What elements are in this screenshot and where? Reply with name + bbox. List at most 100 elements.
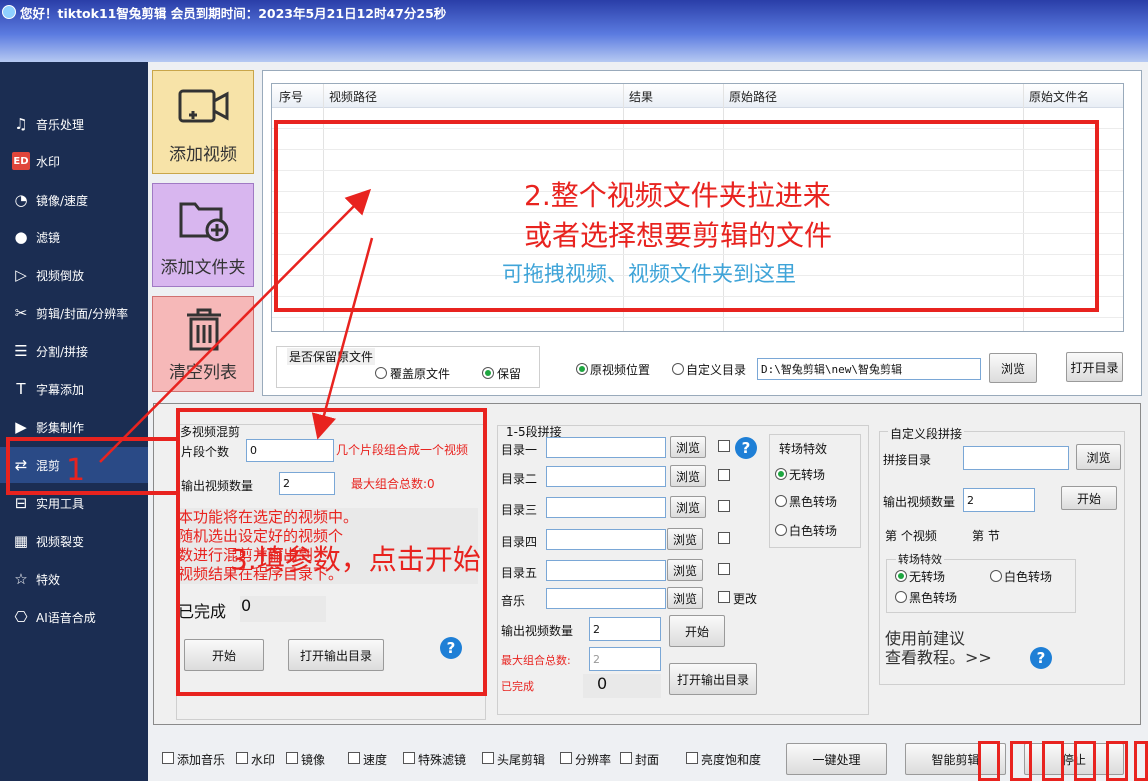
- seg-dir-input[interactable]: [546, 529, 666, 550]
- output-path-field[interactable]: D:\智兔剪辑\new\智兔剪辑: [757, 358, 981, 380]
- custom-dir-radio[interactable]: [672, 363, 684, 375]
- list-header: [272, 84, 1123, 108]
- seg-browse-button[interactable]: 浏览: [667, 528, 703, 550]
- seg-row-label: 目录一: [501, 443, 538, 457]
- seg-row-checkbox[interactable]: [718, 500, 730, 512]
- sidebar-item[interactable]: ED 水印: [0, 143, 148, 179]
- custom-start-button[interactable]: 开始: [1061, 486, 1117, 510]
- sidebar-item[interactable]: T 字幕添加: [0, 371, 148, 407]
- sidebar-item[interactable]: ☰ 分割/拼接: [0, 333, 148, 369]
- help-icon[interactable]: ?: [1030, 647, 1052, 669]
- music-change-label: 更改: [733, 592, 758, 606]
- seg-no-transition-label: 无转场: [789, 468, 826, 482]
- seg-start-button[interactable]: 开始: [669, 615, 725, 647]
- custom-white-transition-radio[interactable]: [990, 570, 1002, 582]
- bottom-checkbox-label: 镜像: [301, 753, 326, 767]
- seg-white-transition-label: 白色转场: [789, 524, 838, 538]
- annotation-step2: 2.整个视频文件夹拉进来 或者选择想要剪辑的文件: [524, 176, 832, 256]
- seg-row-checkbox[interactable]: [718, 440, 730, 452]
- custom-black-transition-radio[interactable]: [895, 591, 907, 603]
- seg-output-count-input[interactable]: 2: [589, 617, 661, 641]
- music-icon: ♫: [14, 115, 28, 133]
- speed-icon: ◔: [14, 191, 28, 209]
- col-path[interactable]: 视频路径: [329, 88, 377, 105]
- bottom-checkbox[interactable]: [482, 752, 494, 764]
- seg-output-count-label: 输出视频数量: [501, 624, 574, 638]
- seg-row-label: 目录四: [501, 535, 538, 549]
- seg-open-output-button[interactable]: 打开输出目录: [669, 663, 757, 695]
- sidebar-item[interactable]: ◔ 镜像/速度: [0, 182, 148, 218]
- app-icon: [2, 5, 16, 19]
- original-location-label: 原视频位置: [590, 363, 651, 377]
- sidebar-item[interactable]: ⎔ AI语音合成: [0, 599, 148, 635]
- seg-row-checkbox[interactable]: [718, 563, 730, 575]
- sidebar-item[interactable]: ✂ 剪辑/封面/分辨率: [0, 295, 148, 331]
- add-folder-button[interactable]: 添加文件夹: [152, 183, 254, 287]
- seg-row-checkbox[interactable]: [718, 469, 730, 481]
- folder-add-icon: [179, 202, 229, 242]
- col-orig-path[interactable]: 原始路径: [729, 88, 777, 105]
- sidebar-item-label: 水印: [36, 154, 61, 169]
- annotation-step3: 3.填参数，点击开始: [230, 543, 481, 576]
- add-video-button[interactable]: 添加视频: [152, 70, 254, 174]
- col-orig-name[interactable]: 原始文件名: [1029, 88, 1089, 105]
- custom-join-title: 自定义段拼接: [888, 425, 965, 442]
- custom-dir-input[interactable]: [963, 446, 1069, 470]
- annotation-step1: 1: [66, 453, 86, 488]
- seg-browse-button[interactable]: 浏览: [667, 559, 703, 581]
- col-result[interactable]: 结果: [629, 88, 653, 105]
- one-click-process-button[interactable]: 一键处理: [786, 743, 887, 775]
- bottom-checkbox[interactable]: [286, 752, 298, 764]
- bottom-checkbox[interactable]: [686, 752, 698, 764]
- seg-browse-button[interactable]: 浏览: [667, 587, 703, 609]
- bottom-checkbox[interactable]: [236, 752, 248, 764]
- tutorial-tip[interactable]: 使用前建议 查看教程。>>: [885, 629, 992, 667]
- seg-row-label: 音乐: [501, 594, 526, 608]
- nth-video-label: 第 个视频: [885, 529, 937, 543]
- bottom-checkbox[interactable]: [403, 752, 415, 764]
- sidebar-item-label: 分割/拼接: [36, 344, 89, 359]
- custom-browse-button[interactable]: 浏览: [1076, 444, 1121, 470]
- seg-row-checkbox[interactable]: [718, 591, 730, 603]
- custom-output-count-input[interactable]: 2: [963, 488, 1035, 512]
- overwrite-radio[interactable]: [375, 367, 387, 379]
- help-icon[interactable]: ?: [735, 437, 757, 459]
- custom-no-transition-radio[interactable]: [895, 570, 907, 582]
- seg-dir-input[interactable]: [546, 588, 666, 609]
- sidebar-item[interactable]: ▦ 视频裂变: [0, 523, 148, 559]
- reverse-icon: ▷: [15, 266, 27, 284]
- seg-browse-button[interactable]: 浏览: [670, 436, 706, 458]
- browse-output-button[interactable]: 浏览: [989, 353, 1037, 383]
- annotation-box-step1: [6, 437, 180, 495]
- original-location-radio[interactable]: [576, 363, 588, 375]
- seg-white-transition-radio[interactable]: [775, 524, 787, 536]
- seg-dir-input[interactable]: [546, 466, 666, 487]
- keep-radio[interactable]: [482, 367, 494, 379]
- sidebar-item[interactable]: ♫ 音乐处理: [0, 106, 148, 142]
- seg-dir-input[interactable]: [546, 497, 666, 518]
- bottom-checkbox[interactable]: [620, 752, 632, 764]
- tip-line: 使用前建议: [885, 629, 966, 648]
- clear-list-button[interactable]: 清空列表: [152, 296, 254, 392]
- bottom-checkbox[interactable]: [162, 752, 174, 764]
- seg-row-checkbox[interactable]: [718, 532, 730, 544]
- annotation-mark: [1074, 741, 1096, 781]
- open-dir-button[interactable]: 打开目录: [1066, 352, 1123, 382]
- bottom-checkbox[interactable]: [348, 752, 360, 764]
- bottom-checkbox-label: 添加音乐: [177, 753, 226, 767]
- seg-dir-input[interactable]: [546, 560, 666, 581]
- col-index[interactable]: 序号: [279, 88, 303, 105]
- custom-black-transition-label: 黑色转场: [909, 591, 958, 605]
- annotation-step2-line1: 2.整个视频文件夹拉进来: [524, 179, 831, 212]
- seg-browse-button[interactable]: 浏览: [670, 496, 706, 518]
- sidebar-item[interactable]: ▷ 视频倒放: [0, 257, 148, 293]
- seg-no-transition-radio[interactable]: [775, 468, 787, 480]
- star-icon: ☆: [14, 570, 28, 588]
- annotation-mark: [978, 741, 1000, 781]
- sidebar-item[interactable]: ● 滤镜: [0, 219, 148, 255]
- seg-browse-button[interactable]: 浏览: [670, 465, 706, 487]
- seg-dir-input[interactable]: [546, 437, 666, 458]
- seg-black-transition-radio[interactable]: [775, 495, 787, 507]
- bottom-checkbox[interactable]: [560, 752, 572, 764]
- sidebar-item[interactable]: ☆ 特效: [0, 561, 148, 597]
